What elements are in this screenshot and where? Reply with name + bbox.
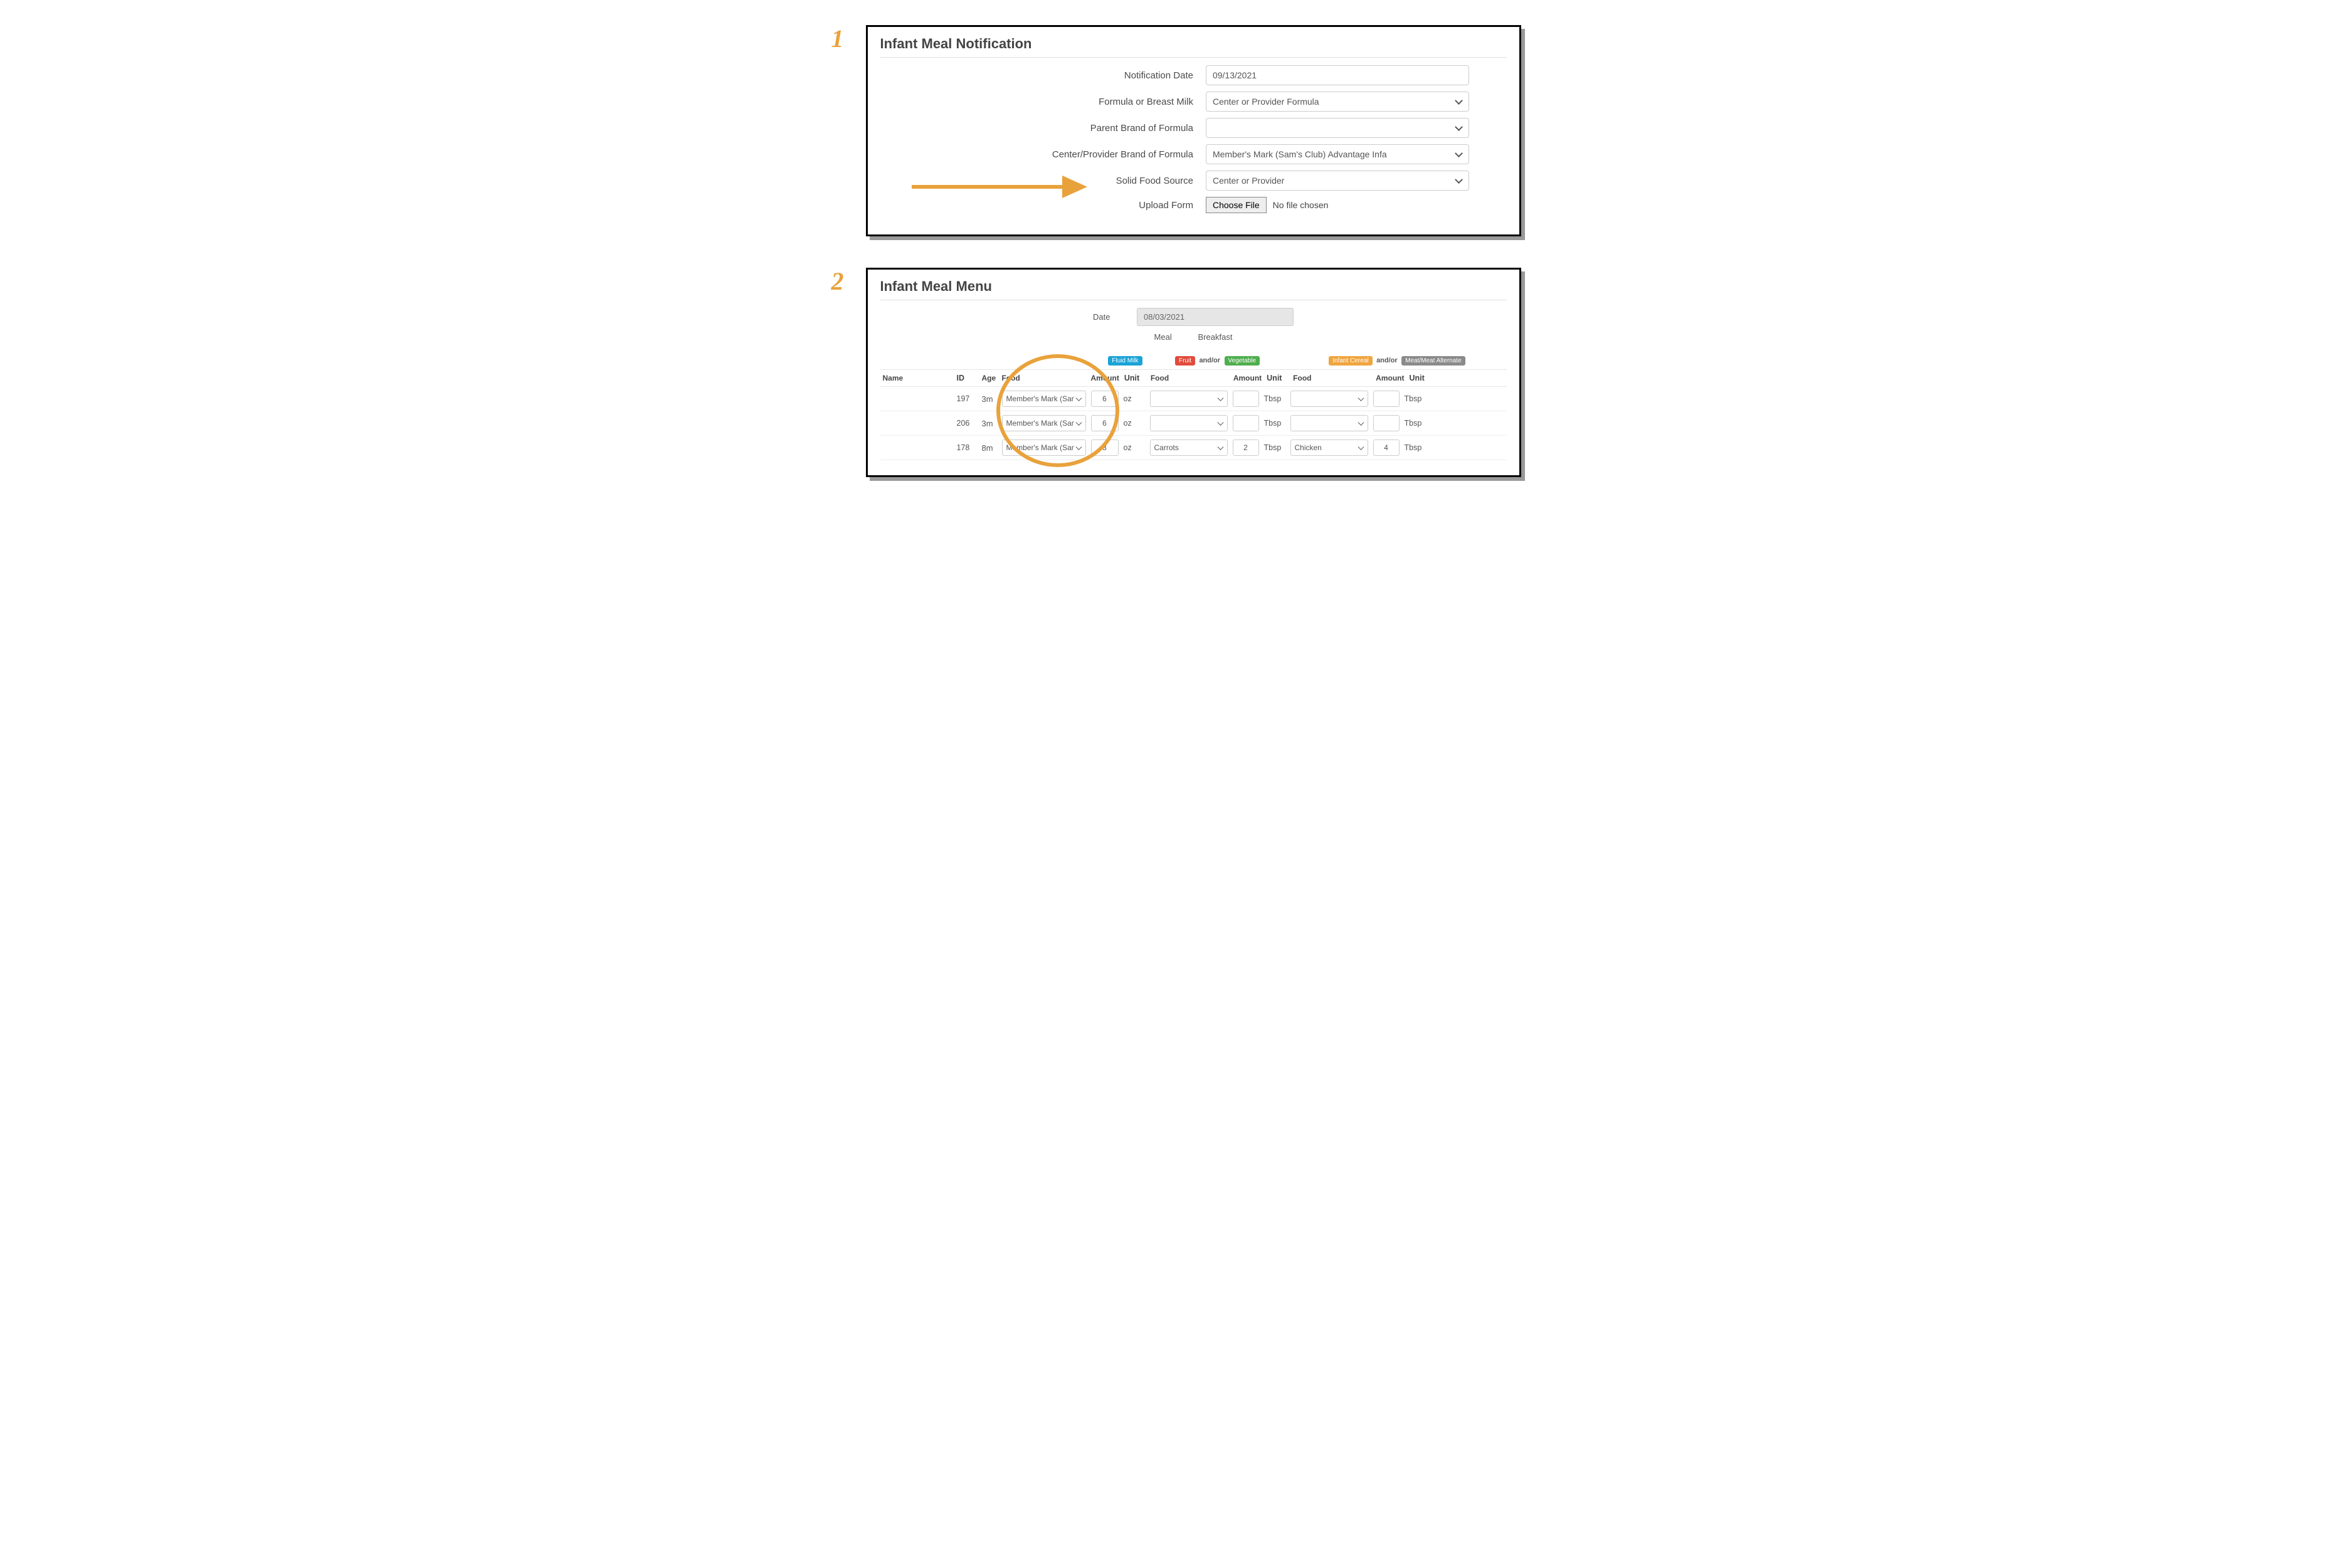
col-food-1: Food	[999, 374, 1089, 382]
step-1-number: 1	[831, 24, 844, 53]
andor-1: and/or	[1199, 357, 1220, 364]
cell-id: 206	[954, 419, 979, 428]
col-name: Name	[880, 374, 954, 382]
col-food-3: Food	[1290, 374, 1373, 382]
menu-rows: 197 3m Member's Mark (Sam oz Tbsp Tbsp 2…	[880, 387, 1507, 460]
step-1-wrap: 1 Infant Meal Notification Notification …	[831, 25, 1521, 236]
cereal-meat-amount-input[interactable]	[1373, 415, 1400, 431]
meal-date-row: Date	[1093, 308, 1294, 326]
tag-meat-alternate: Meat/Meat Alternate	[1401, 356, 1465, 366]
cell-unit-1: oz	[1121, 394, 1147, 403]
fluid-milk-select[interactable]: Member's Mark (Sam	[1002, 415, 1086, 431]
notification-title: Infant Meal Notification	[880, 33, 1507, 58]
col-unit-2: Unit	[1264, 374, 1290, 382]
cell-unit-2: Tbsp	[1262, 394, 1288, 403]
column-headers: Name ID Age Food Amount Unit Food Amount…	[880, 370, 1507, 387]
label-provider-brand: Center/Provider Brand of Formula	[880, 149, 1206, 160]
cereal-meat-amount-input[interactable]	[1373, 391, 1400, 407]
row-solid-food: Solid Food Source Center or Provider	[880, 171, 1507, 191]
fruit-veg-select[interactable]	[1150, 415, 1228, 431]
fluid-milk-select[interactable]: Member's Mark (Sam	[1002, 439, 1086, 456]
fruit-veg-amount-input[interactable]	[1233, 439, 1259, 456]
row-formula-source: Formula or Breast Milk Center or Provide…	[880, 92, 1507, 112]
provider-brand-select[interactable]: Member's Mark (Sam's Club) Advantage Inf…	[1206, 144, 1469, 164]
table-row: 206 3m Member's Mark (Sam oz Tbsp Tbsp	[880, 411, 1507, 436]
parent-brand-select[interactable]	[1206, 118, 1469, 138]
meal-date-label: Date	[1093, 312, 1124, 322]
col-amount-1: Amount	[1089, 374, 1122, 382]
fluid-milk-amount-input[interactable]	[1091, 391, 1119, 407]
meal-meta: Date Meal Breakfast	[880, 308, 1507, 342]
cereal-meat-select[interactable]: Chicken	[1290, 439, 1368, 456]
fluid-milk-amount-input[interactable]	[1091, 439, 1119, 456]
label-notification-date: Notification Date	[880, 70, 1206, 81]
table-row: 197 3m Member's Mark (Sam oz Tbsp Tbsp	[880, 387, 1507, 411]
fluid-milk-select[interactable]: Member's Mark (Sam	[1002, 391, 1086, 407]
cell-unit-3: Tbsp	[1402, 443, 1427, 452]
col-amount-2: Amount	[1231, 374, 1264, 382]
step-2-wrap: 2 Infant Meal Menu Date Meal Breakfast F…	[831, 268, 1521, 477]
cell-id: 178	[954, 443, 979, 452]
cell-unit-3: Tbsp	[1402, 394, 1427, 403]
label-upload-form: Upload Form	[880, 200, 1206, 211]
cell-unit-2: Tbsp	[1262, 443, 1288, 452]
meal-name-row: Meal Breakfast	[1154, 332, 1233, 342]
infant-meal-menu-panel: Infant Meal Menu Date Meal Breakfast Flu…	[866, 268, 1521, 477]
meal-name-value: Breakfast	[1198, 332, 1233, 342]
row-provider-brand: Center/Provider Brand of Formula Member'…	[880, 144, 1507, 164]
fruit-veg-amount-input[interactable]	[1233, 415, 1259, 431]
meal-date-input	[1137, 308, 1294, 326]
step-2-number: 2	[831, 266, 844, 296]
label-formula-source: Formula or Breast Milk	[880, 97, 1206, 107]
tag-infant-cereal: Infant Cereal	[1329, 356, 1372, 366]
tag-vegetable: Vegetable	[1225, 356, 1260, 366]
cell-unit-2: Tbsp	[1262, 419, 1288, 428]
notification-date-input[interactable]	[1206, 65, 1469, 85]
tag-fruit: Fruit	[1175, 356, 1195, 366]
meal-label: Meal	[1154, 332, 1186, 342]
cell-age: 3m	[979, 419, 999, 428]
fruit-veg-amount-input[interactable]	[1233, 391, 1259, 407]
label-parent-brand: Parent Brand of Formula	[880, 123, 1206, 134]
fruit-veg-select[interactable]: Carrots	[1150, 439, 1228, 456]
row-notification-date: Notification Date	[880, 65, 1507, 85]
col-id: ID	[954, 374, 979, 382]
cell-unit-1: oz	[1121, 443, 1147, 452]
cell-unit-3: Tbsp	[1402, 419, 1427, 428]
cell-id: 197	[954, 394, 979, 403]
table-row: 178 8m Member's Mark (Sam oz Carrots Tbs…	[880, 436, 1507, 460]
infant-meal-notification-panel: Infant Meal Notification Notification Da…	[866, 25, 1521, 236]
cereal-meat-amount-input[interactable]	[1373, 439, 1400, 456]
file-chosen-status: No file chosen	[1273, 200, 1329, 210]
andor-2: and/or	[1376, 357, 1398, 364]
fruit-veg-select[interactable]	[1150, 391, 1228, 407]
col-unit-1: Unit	[1122, 374, 1148, 382]
col-food-2: Food	[1148, 374, 1231, 382]
solid-food-select[interactable]: Center or Provider	[1206, 171, 1469, 191]
col-age: Age	[979, 374, 999, 382]
label-solid-food: Solid Food Source	[880, 176, 1206, 186]
component-group-header: Fluid Milk Fruit and/or Vegetable Infant…	[880, 350, 1507, 370]
menu-title: Infant Meal Menu	[880, 276, 1507, 300]
col-unit-3: Unit	[1406, 374, 1432, 382]
tag-fluid-milk: Fluid Milk	[1108, 356, 1142, 366]
cell-unit-1: oz	[1121, 419, 1147, 428]
choose-file-button[interactable]: Choose File	[1206, 197, 1267, 213]
cell-age: 8m	[979, 443, 999, 453]
row-upload-form: Upload Form Choose File No file chosen	[880, 197, 1507, 213]
row-parent-brand: Parent Brand of Formula	[880, 118, 1507, 138]
fluid-milk-amount-input[interactable]	[1091, 415, 1119, 431]
cell-age: 3m	[979, 394, 999, 404]
cereal-meat-select[interactable]	[1290, 391, 1368, 407]
formula-source-select[interactable]: Center or Provider Formula	[1206, 92, 1469, 112]
col-amount-3: Amount	[1373, 374, 1406, 382]
cereal-meat-select[interactable]	[1290, 415, 1368, 431]
